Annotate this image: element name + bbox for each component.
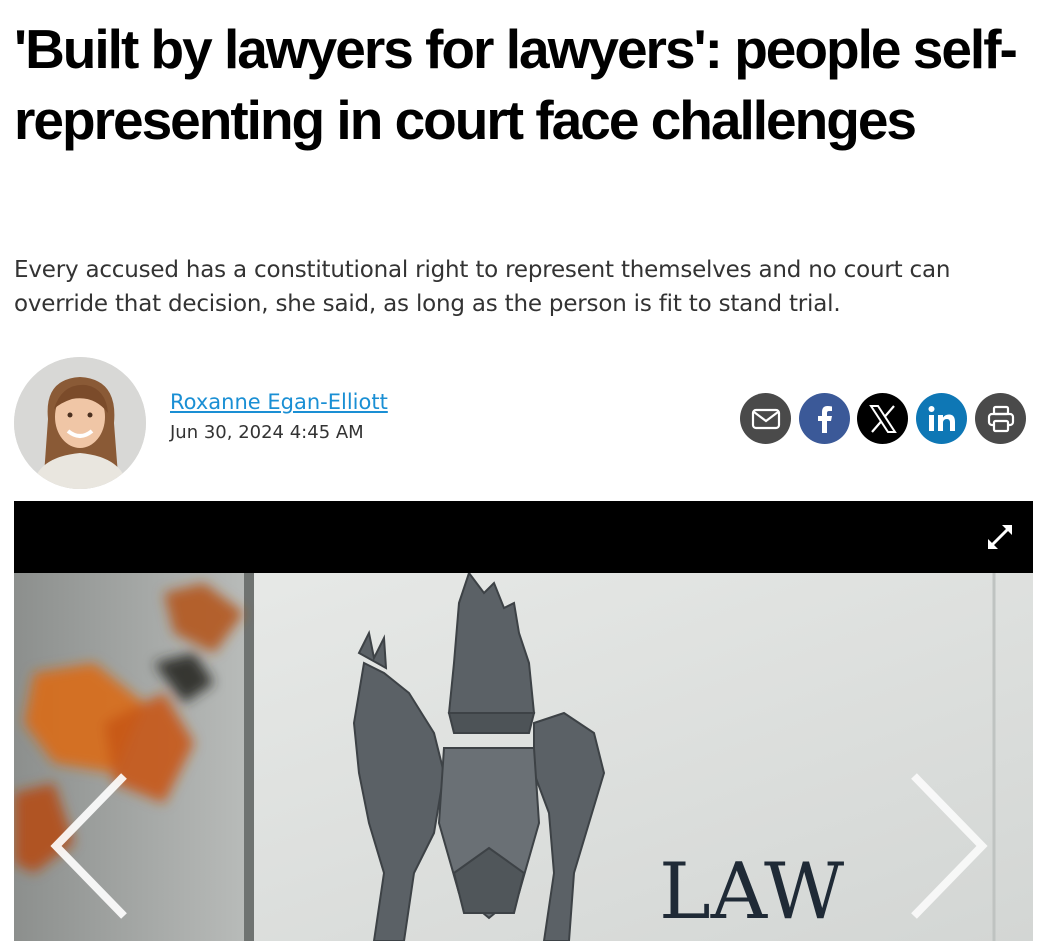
publish-date: Jun 30, 2024 4:45 AM bbox=[170, 422, 364, 443]
facebook-icon bbox=[817, 405, 832, 433]
chevron-right-icon bbox=[911, 773, 988, 919]
share-x-button[interactable] bbox=[857, 393, 908, 444]
expand-icon bbox=[988, 525, 1012, 549]
chevron-left-icon bbox=[50, 773, 127, 919]
photo-caption-text: LAW bbox=[659, 847, 844, 937]
gallery-toolbar bbox=[14, 501, 1033, 573]
gallery-next-button[interactable] bbox=[904, 771, 994, 921]
courthouse-photo: LAW bbox=[14, 573, 1033, 941]
author-name-link[interactable]: Roxanne Egan-Elliott bbox=[170, 390, 388, 414]
author-avatar[interactable] bbox=[14, 357, 146, 489]
share-linkedin-button[interactable] bbox=[916, 393, 967, 444]
article-deck: Every accused has a constitutional right… bbox=[14, 257, 951, 317]
photo-gallery[interactable]: LAW bbox=[14, 501, 1033, 941]
linkedin-icon bbox=[928, 405, 955, 431]
share-facebook-button[interactable] bbox=[799, 393, 850, 444]
expand-button[interactable] bbox=[982, 519, 1018, 555]
share-email-button[interactable] bbox=[740, 393, 791, 444]
x-icon bbox=[868, 404, 897, 433]
printer-icon bbox=[987, 405, 1014, 432]
gallery-prev-button[interactable] bbox=[44, 771, 134, 921]
article-headline: 'Built by lawyers for lawyers': people s… bbox=[14, 18, 1018, 151]
author-photo bbox=[14, 357, 146, 489]
print-button[interactable] bbox=[975, 393, 1026, 444]
envelope-icon bbox=[751, 408, 780, 429]
